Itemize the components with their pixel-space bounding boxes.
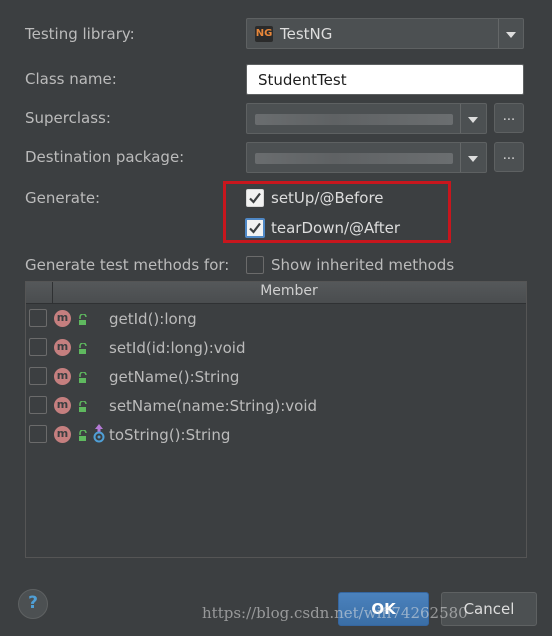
members-table: Member m getId():long m setId(id:long):v… [25, 281, 527, 558]
unlock-icon [79, 314, 87, 325]
table-row[interactable]: m setName(name:String):void [26, 392, 524, 421]
header-check-column [26, 282, 53, 303]
row-checkbox[interactable] [29, 309, 47, 327]
method-icon: m [54, 426, 71, 443]
method-name: setName(name:String):void [109, 397, 318, 415]
testing-library-value: TestNG [280, 25, 333, 43]
redacted-value [255, 114, 453, 125]
superclass-label: Superclass: [25, 109, 111, 127]
method-icon: m [54, 397, 71, 414]
class-name-value: StudentTest [258, 71, 347, 89]
row-checkbox[interactable] [29, 367, 47, 385]
check-icon [249, 222, 261, 234]
destination-package-combo[interactable] [246, 142, 487, 173]
row-checkbox[interactable] [29, 425, 47, 443]
method-name: toString():String [109, 426, 231, 444]
member-column-header[interactable]: Member [52, 283, 526, 299]
method-icon: m [54, 339, 71, 356]
chevron-down-icon[interactable] [506, 32, 516, 38]
chevron-down-icon[interactable] [468, 156, 478, 162]
method-icon: m [54, 368, 71, 385]
redacted-value [255, 153, 453, 164]
unlock-icon [79, 401, 87, 412]
unlock-icon [79, 343, 87, 354]
show-inherited-checkbox[interactable] [246, 256, 264, 274]
superclass-combo[interactable] [246, 103, 487, 134]
destination-browse-button[interactable]: ... [494, 142, 524, 172]
override-icon [93, 424, 105, 443]
row-checkbox[interactable] [29, 396, 47, 414]
setup-checkbox[interactable] [246, 189, 264, 207]
unlock-icon [79, 372, 87, 383]
class-name-label: Class name: [25, 70, 117, 88]
teardown-checkbox[interactable] [245, 218, 265, 238]
unlock-icon [79, 430, 87, 441]
table-row[interactable]: m toString():String [26, 421, 524, 450]
testing-library-combo[interactable]: NG TestNG [246, 18, 524, 49]
table-row[interactable]: m getId():long [26, 305, 524, 334]
check-icon [249, 192, 261, 204]
help-button[interactable]: ? [18, 589, 48, 619]
method-name: getId():long [109, 310, 197, 328]
method-name: setId(id:long):void [109, 339, 246, 357]
testng-icon: NG [255, 26, 273, 42]
setup-label: setUp/@Before [271, 189, 384, 207]
class-name-input[interactable]: StudentTest [246, 64, 524, 95]
teardown-label: tearDown/@After [271, 219, 401, 237]
watermark-text: https://blog.csdn.net/wifi74262580 [202, 604, 468, 622]
table-header: Member [26, 282, 526, 304]
show-inherited-label: Show inherited methods [271, 256, 455, 274]
method-name: getName():String [109, 368, 240, 386]
row-checkbox[interactable] [29, 338, 47, 356]
method-icon: m [54, 310, 71, 327]
superclass-browse-button[interactable]: ... [494, 103, 524, 133]
table-row[interactable]: m getName():String [26, 363, 524, 392]
generate-label: Generate: [25, 189, 101, 207]
destination-package-label: Destination package: [25, 148, 185, 166]
table-row[interactable]: m setId(id:long):void [26, 334, 524, 363]
testing-library-label: Testing library: [25, 25, 135, 43]
chevron-down-icon[interactable] [468, 117, 478, 123]
methods-for-label: Generate test methods for: [25, 256, 230, 274]
